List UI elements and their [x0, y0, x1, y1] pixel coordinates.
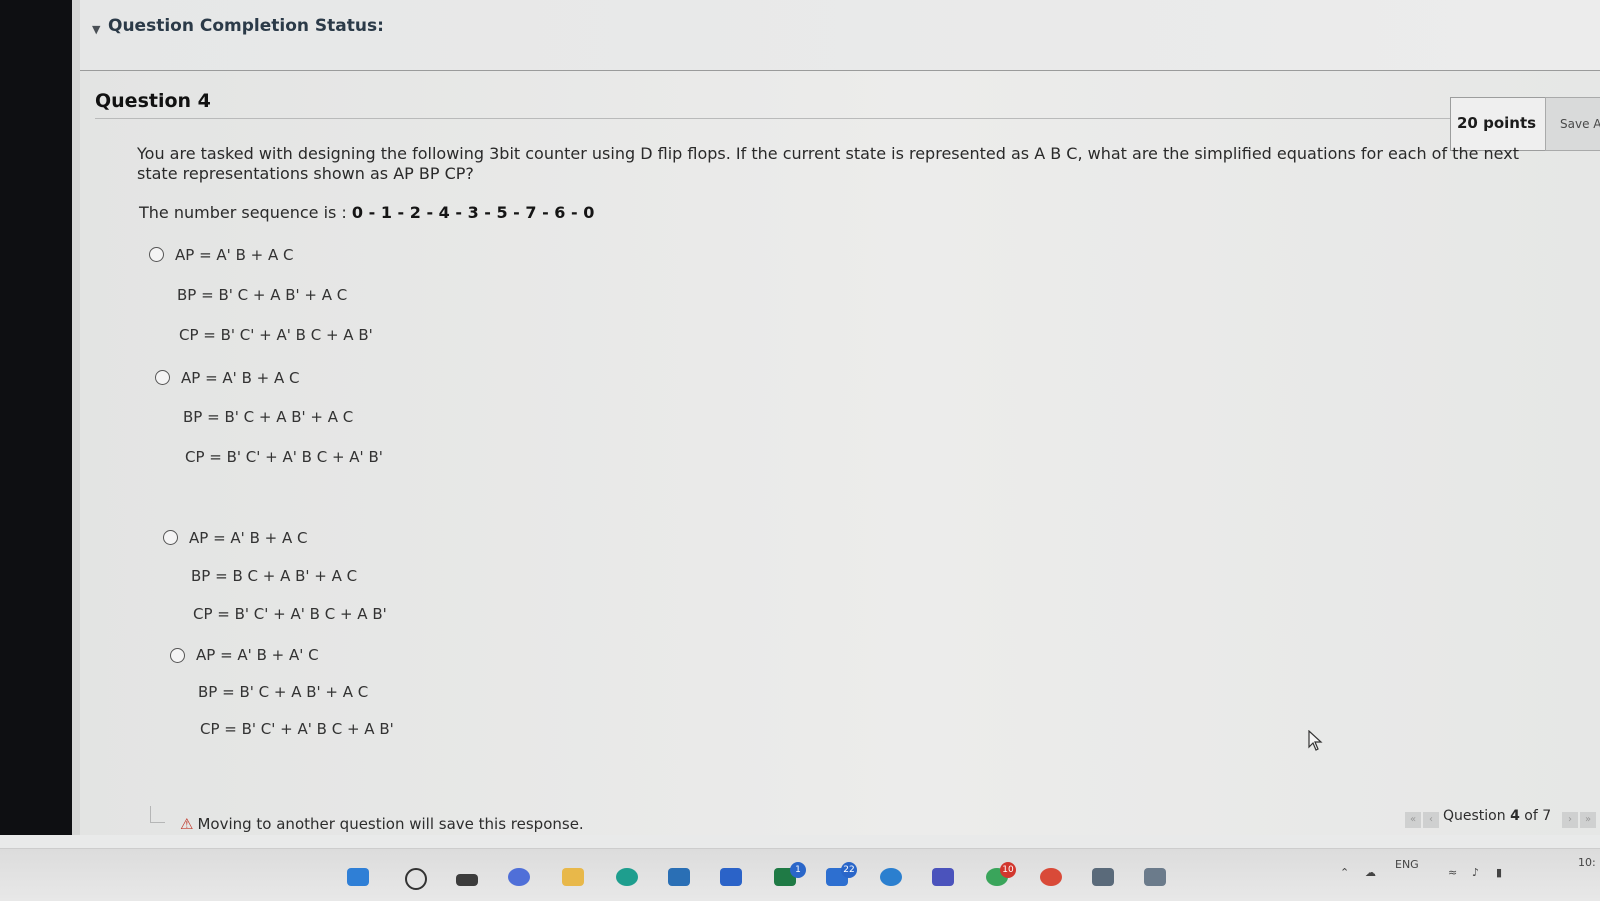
chevron-down-icon[interactable]: ▼ [92, 23, 100, 36]
volume-icon[interactable]: ♪ [1472, 866, 1479, 879]
left-sidebar-strip [72, 0, 80, 835]
nav-suffix: of 7 [1519, 808, 1552, 824]
points-label: 20 points [1457, 114, 1537, 132]
question-prompt: You are tasked with designing the follow… [137, 144, 1519, 183]
completion-status-label[interactable]: Question Completion Status: [108, 16, 384, 36]
radio-button[interactable] [155, 370, 170, 385]
option-bp-equation: BP = B' C + A B' + A C [183, 408, 354, 426]
notification-badge: 10 [1000, 862, 1016, 878]
option-cp-equation: CP = B' C' + A' B C + A B' [200, 720, 394, 738]
sequence-value: 0 - 1 - 2 - 4 - 3 - 5 - 7 - 6 - 0 [351, 203, 595, 222]
question-navigation-label: Question 4 of 7 [1443, 808, 1551, 824]
mouse-cursor-icon [1308, 730, 1323, 751]
radio-button[interactable] [163, 530, 178, 545]
warning-icon: ⚠ [180, 815, 194, 833]
option-cp-equation: CP = B' C' + A' B C + A' B' [185, 448, 383, 466]
option-ap-equation[interactable]: AP = A' B + A C [189, 529, 307, 547]
nav-prefix: Question [1443, 808, 1511, 824]
option-ap-equation[interactable]: AP = A' B + A' C [196, 646, 319, 664]
store-icon[interactable] [668, 868, 690, 886]
radio-button[interactable] [149, 247, 164, 262]
option-bp-equation: BP = B' C + A B' + A C [198, 683, 369, 701]
clock[interactable]: 10: [1578, 856, 1596, 869]
last-question-button[interactable]: » [1580, 812, 1596, 828]
option-cp-equation: CP = B' C' + A' B C + A B' [179, 326, 373, 344]
previous-question-button[interactable]: ‹ [1423, 812, 1439, 828]
option-ap-equation[interactable]: AP = A' B + A C [181, 369, 299, 387]
edge-icon[interactable] [616, 868, 638, 886]
cloud-icon[interactable]: ☁ [1365, 866, 1376, 879]
next-question-button[interactable]: › [1562, 812, 1578, 828]
save-answer-button[interactable]: Save A [1545, 97, 1600, 151]
notification-badge: 1 [790, 862, 806, 878]
number-sequence: The number sequence is : 0 - 1 - 2 - 4 -… [139, 203, 594, 222]
save-answer-label[interactable]: Save A [1560, 117, 1600, 131]
option-ap-equation[interactable]: AP = A' B + A C [175, 246, 293, 264]
language-indicator[interactable]: ENG [1395, 858, 1419, 871]
nav-current: 4 [1510, 808, 1520, 824]
chevron-up-icon[interactable]: ⌃ [1340, 866, 1349, 879]
chat-icon[interactable] [508, 868, 530, 886]
app-icon[interactable] [720, 868, 742, 886]
skype-icon[interactable] [880, 868, 902, 886]
save-warning: ⚠ Moving to another question will save th… [180, 815, 584, 833]
chrome-icon[interactable] [1040, 868, 1062, 886]
calculator-icon[interactable] [1092, 868, 1114, 886]
notification-badge: 22 [841, 862, 857, 878]
completion-status-panel[interactable]: ▼ Question Completion Status: [80, 0, 1600, 71]
first-question-button[interactable]: « [1405, 812, 1421, 828]
divider [95, 118, 1450, 119]
task-view-icon[interactable] [456, 874, 478, 886]
radio-button[interactable] [170, 648, 185, 663]
option-bp-equation: BP = B' C + A B' + A C [177, 286, 348, 304]
hook-connector [150, 806, 165, 823]
option-bp-equation: BP = B C + A B' + A C [191, 567, 358, 585]
option-cp-equation: CP = B' C' + A' B C + A B' [193, 605, 387, 623]
battery-icon[interactable]: ▮ [1496, 866, 1502, 879]
search-icon[interactable] [405, 868, 427, 890]
sequence-label: The number sequence is : [139, 203, 352, 222]
screen-bezel [0, 0, 72, 835]
start-icon[interactable] [347, 868, 369, 886]
teams-icon[interactable] [932, 868, 954, 886]
file-explorer-icon[interactable] [562, 868, 584, 886]
save-warning-text: Moving to another question will save thi… [197, 815, 584, 833]
wifi-icon[interactable]: ≈ [1448, 866, 1457, 879]
app-icon[interactable] [1144, 868, 1166, 886]
points-badge: 20 points [1450, 97, 1547, 151]
question-title: Question 4 [95, 90, 211, 112]
